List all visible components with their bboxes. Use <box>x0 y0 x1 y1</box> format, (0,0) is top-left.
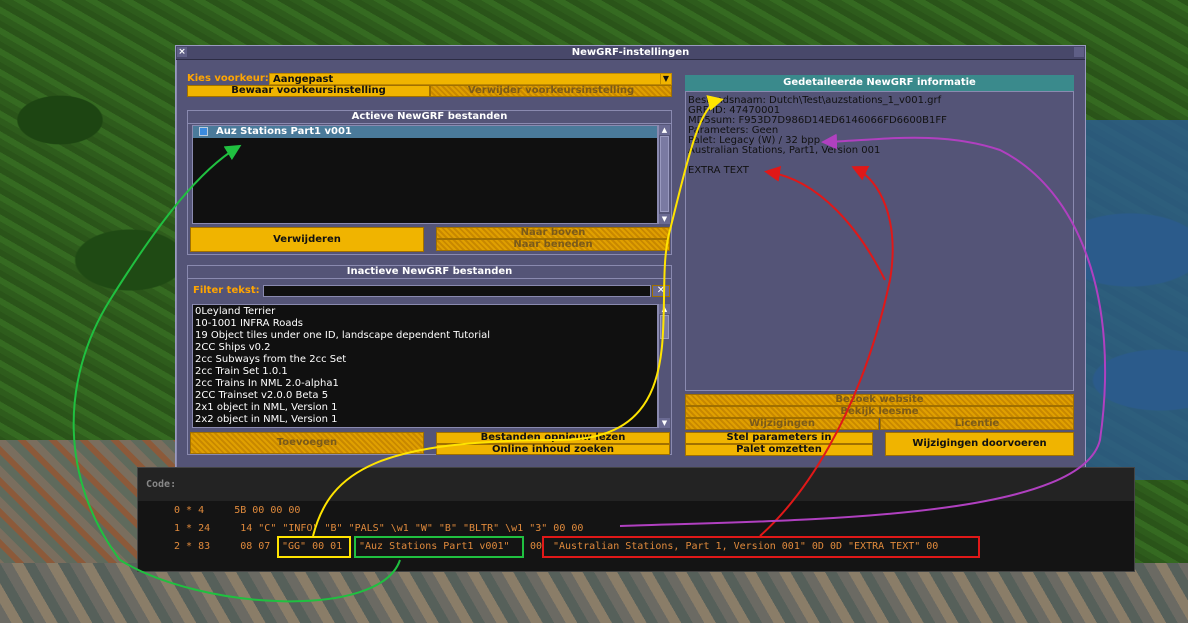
move-down-button[interactable]: Naar beneden <box>436 239 670 251</box>
newgrf-settings-window: × NewGRF-instellingen Kies voorkeur: Aan… <box>175 45 1086 470</box>
list-item[interactable]: 10-1001 INFRA Roads <box>193 318 657 330</box>
info-description: Australian Stations, Part1, Version 001 <box>688 145 881 156</box>
inactive-panel-title: Inactieve NewGRF bestanden <box>188 266 671 279</box>
scroll-thumb[interactable] <box>660 315 669 339</box>
annotation-box-green <box>354 536 524 558</box>
add-button[interactable]: Toevoegen <box>190 432 424 454</box>
find-online-content-button[interactable]: Online inhoud zoeken <box>436 444 670 455</box>
code-line-2-sep: 00 <box>530 541 543 552</box>
preset-label: Kies voorkeur: <box>187 73 269 84</box>
list-item[interactable]: 2x1 object in NML, Version 1 <box>193 402 657 414</box>
info-panel: Bestandsnaam: Dutch\Test\auzstations_1_v… <box>685 91 1074 391</box>
map-city-area <box>0 563 1188 623</box>
active-item-label: Auz Stations Part1 v001 <box>216 126 352 137</box>
scroll-thumb[interactable] <box>660 136 669 212</box>
map-water <box>1078 120 1188 480</box>
list-item[interactable]: 2CC Ships v0.2 <box>193 342 657 354</box>
list-item[interactable]: Auz Stations Part1 v001 <box>193 126 657 138</box>
inactive-newgrf-panel: Inactieve NewGRF bestanden Filter tekst:… <box>187 265 672 455</box>
license-button[interactable]: Licentie <box>880 418 1074 430</box>
window-title: NewGRF-instellingen <box>571 47 690 58</box>
chevron-down-icon[interactable]: ▼ <box>660 73 672 85</box>
list-item[interactable]: 2cc Trains In NML 2.0-alpha1 <box>193 378 657 390</box>
active-newgrf-list[interactable]: Auz Stations Part1 v001 <box>192 125 658 224</box>
changelog-button[interactable]: Wijzigingen <box>685 418 879 430</box>
remove-button[interactable]: Verwijderen <box>190 227 424 252</box>
preset-dropdown[interactable]: Aangepast <box>269 73 661 85</box>
sticky-icon[interactable] <box>1074 47 1084 57</box>
list-item[interactable]: 2cc Train Set 1.0.1 <box>193 366 657 378</box>
set-parameters-button[interactable]: Stel parameters in <box>685 432 873 444</box>
inactive-newgrf-list[interactable]: 0Leyland Terrier 10-1001 INFRA Roads 19 … <box>192 304 658 428</box>
active-panel-title: Actieve NewGRF bestanden <box>188 111 671 124</box>
list-item[interactable]: 2x2 object in NML, Version 1 <box>193 414 657 426</box>
apply-changes-button[interactable]: Wijzigingen doorvoeren <box>885 432 1074 456</box>
scroll-down-icon[interactable]: ▼ <box>659 214 670 224</box>
scroll-up-icon[interactable]: ▲ <box>659 304 670 314</box>
active-newgrf-panel: Actieve NewGRF bestanden Auz Stations Pa… <box>187 110 672 255</box>
move-up-button[interactable]: Naar boven <box>436 227 670 239</box>
list-item[interactable]: 2CC Trainset v2.0.0 Beta 5 <box>193 390 657 402</box>
filter-input[interactable] <box>263 285 651 297</box>
scroll-up-icon[interactable]: ▲ <box>659 125 670 135</box>
grf-status-icon <box>199 126 208 136</box>
info-panel-title: Gedetaileerde NewGRF informatie <box>685 75 1074 91</box>
list-item[interactable]: 0Leyland Terrier <box>193 306 657 318</box>
close-icon[interactable]: × <box>177 47 187 57</box>
code-line-0: 0 * 4 5B 00 00 00 <box>174 505 301 516</box>
save-preset-button[interactable]: Bewaar voorkeursinstelling <box>187 85 430 97</box>
visit-website-button[interactable]: Bezoek website <box>685 394 1074 406</box>
info-extra-text: EXTRA TEXT <box>688 165 749 176</box>
clear-filter-icon[interactable]: ✕ <box>652 285 670 297</box>
list-item[interactable]: 2cc Subways from the 2cc Set <box>193 354 657 366</box>
code-line-2-prefix: 2 * 83 08 07 <box>174 541 271 552</box>
delete-preset-button[interactable]: Verwijder voorkeursinstelling <box>430 85 672 97</box>
annotation-box-yellow <box>277 536 351 558</box>
filter-label: Filter tekst: <box>193 285 260 296</box>
list-item[interactable]: 19 Object tiles under one ID, landscape … <box>193 330 657 342</box>
inactive-list-scrollbar[interactable]: ▲ ▼ <box>658 304 670 428</box>
view-readme-button[interactable]: Bekijk leesme <box>685 406 1074 418</box>
scroll-down-icon[interactable]: ▼ <box>659 418 670 428</box>
code-line-1: 1 * 24 14 "C" "INFO" "B" "PALS" \w1 "W" … <box>174 523 584 534</box>
active-list-scrollbar[interactable]: ▲ ▼ <box>658 125 670 224</box>
code-panel: Code: 0 * 4 5B 00 00 00 1 * 24 14 "C" "I… <box>137 467 1135 572</box>
rescan-files-button[interactable]: Bestanden opnieuw lezen <box>436 432 670 444</box>
code-header: Code: <box>138 468 1134 501</box>
toggle-palette-button[interactable]: Palet omzetten <box>685 444 873 456</box>
window-titlebar[interactable]: × NewGRF-instellingen <box>176 46 1085 60</box>
annotation-box-red <box>542 536 980 558</box>
